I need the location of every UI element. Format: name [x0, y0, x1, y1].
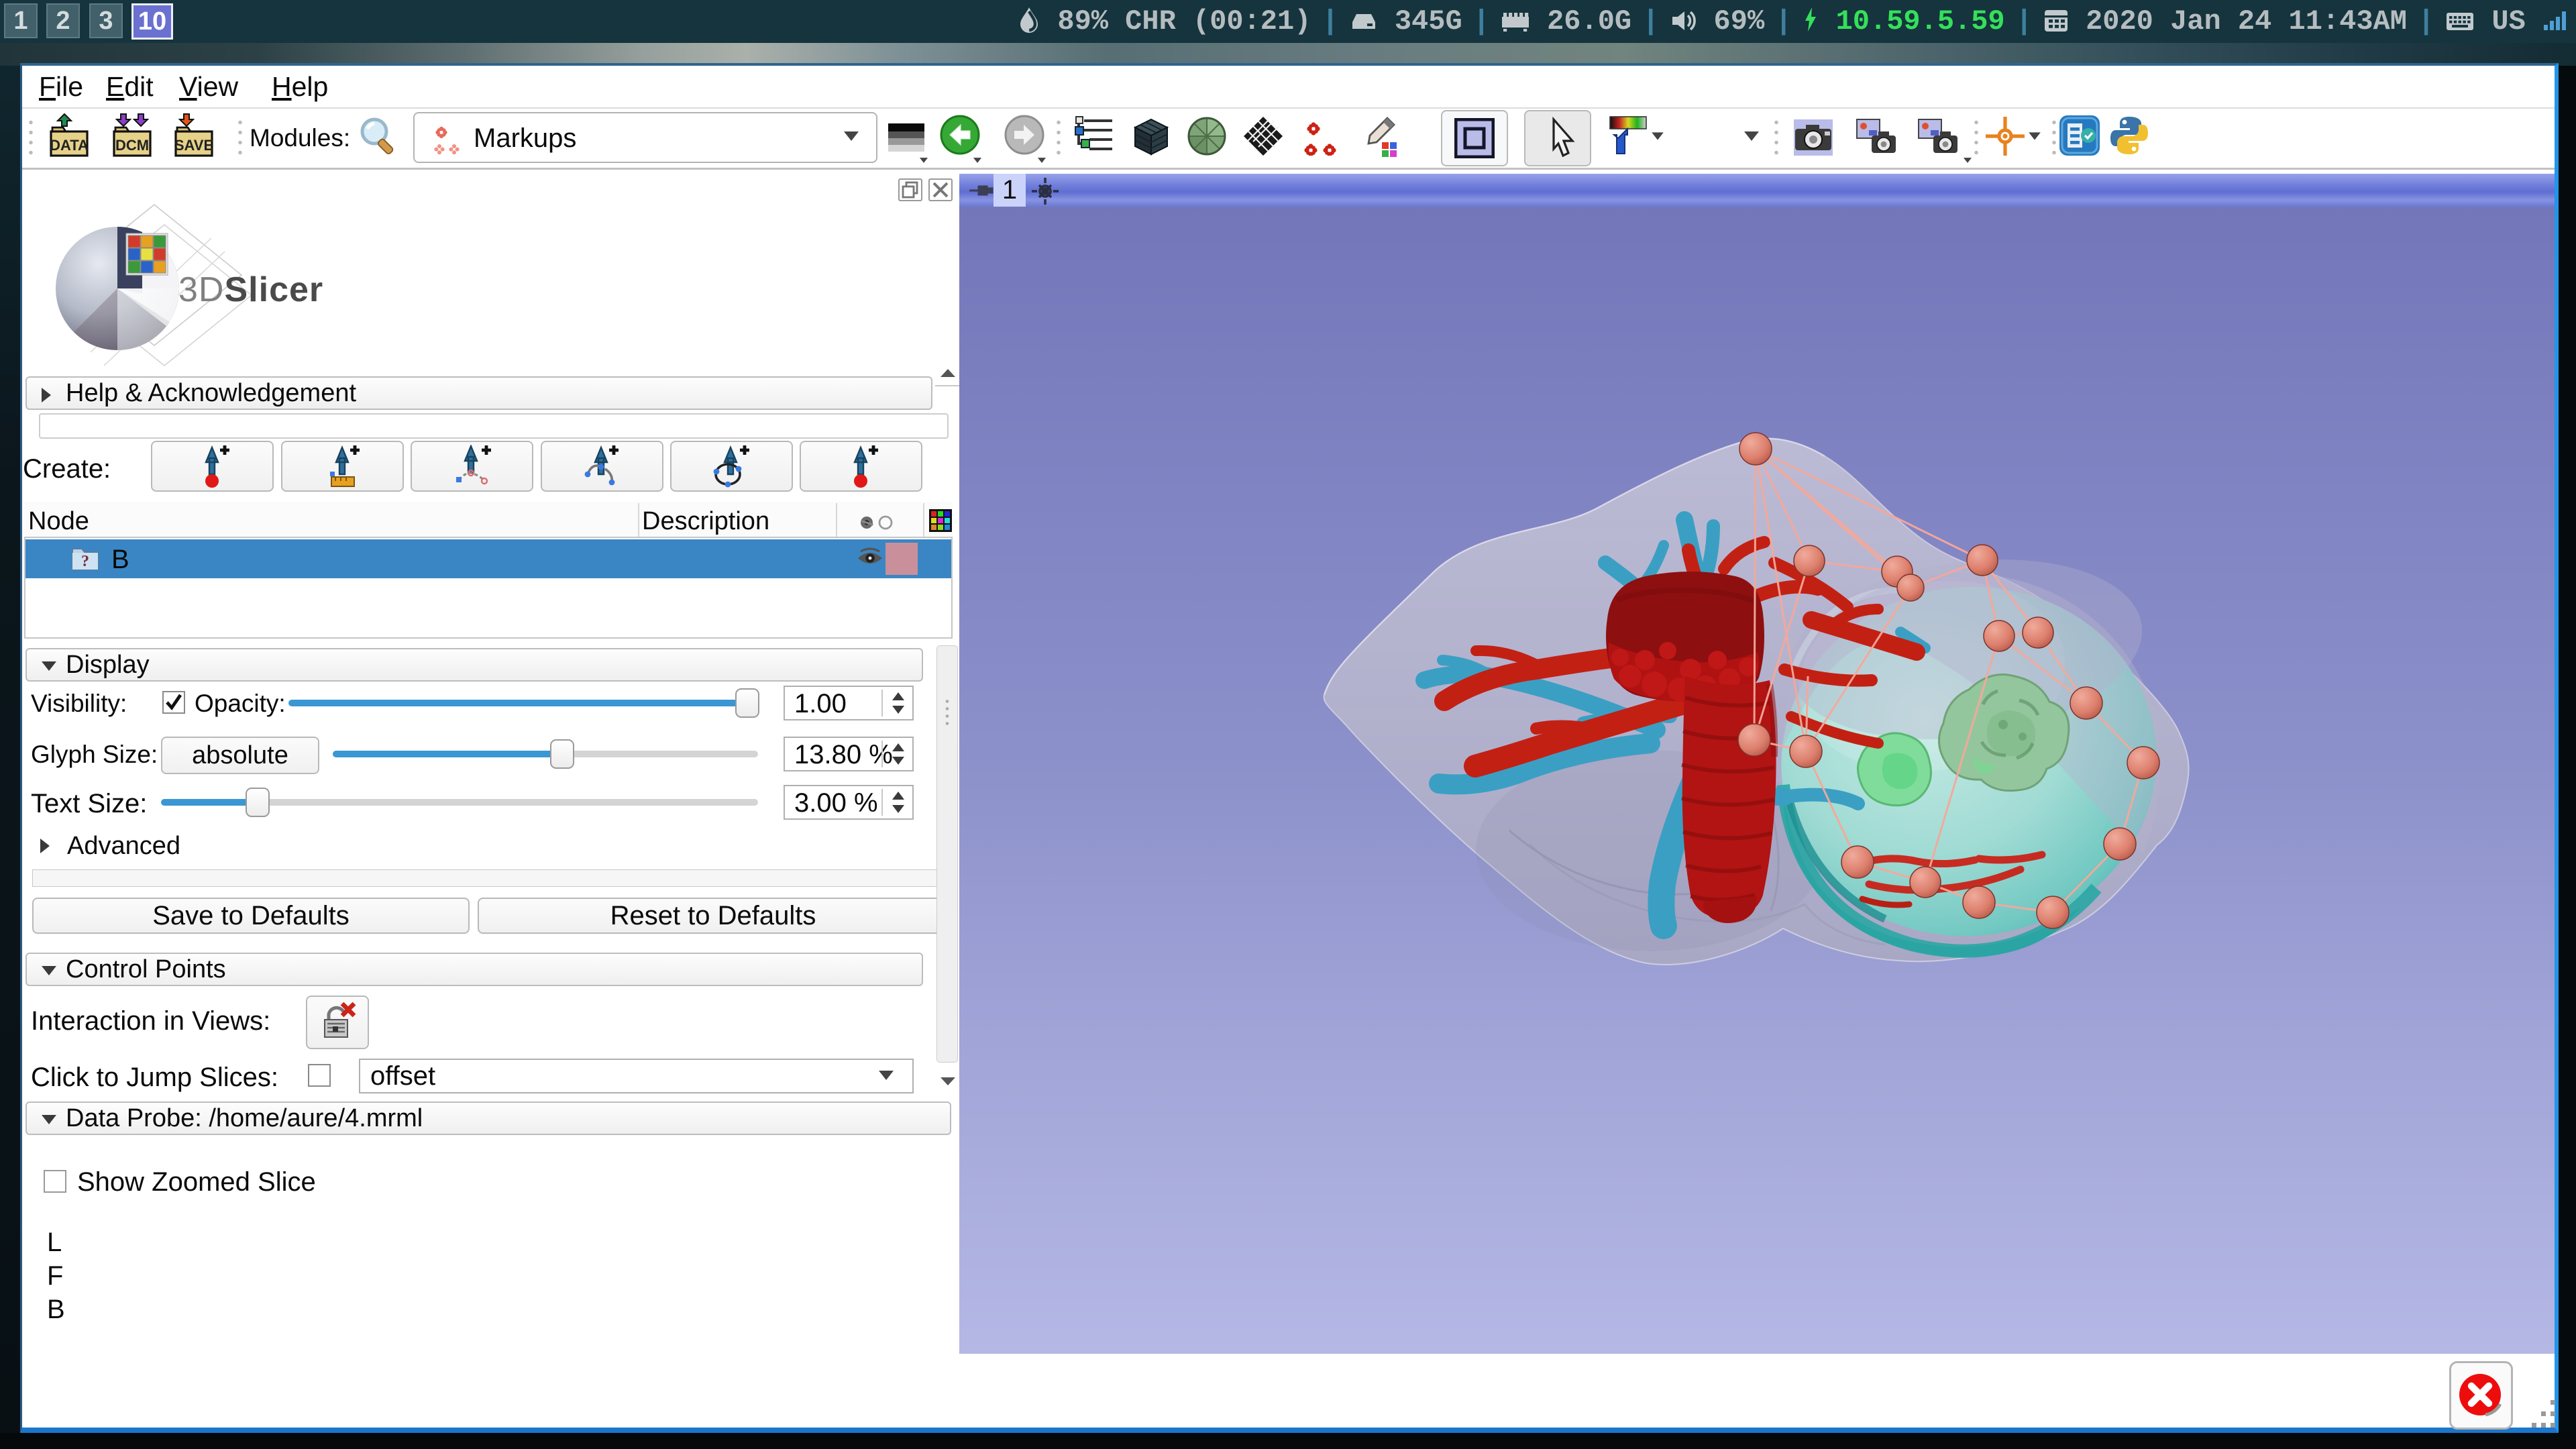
- svg-text:?: ?: [81, 553, 89, 570]
- svg-text:DATA: DATA: [50, 137, 89, 154]
- svg-text:SAVE: SAVE: [174, 137, 213, 154]
- svg-text:DCM: DCM: [115, 137, 149, 154]
